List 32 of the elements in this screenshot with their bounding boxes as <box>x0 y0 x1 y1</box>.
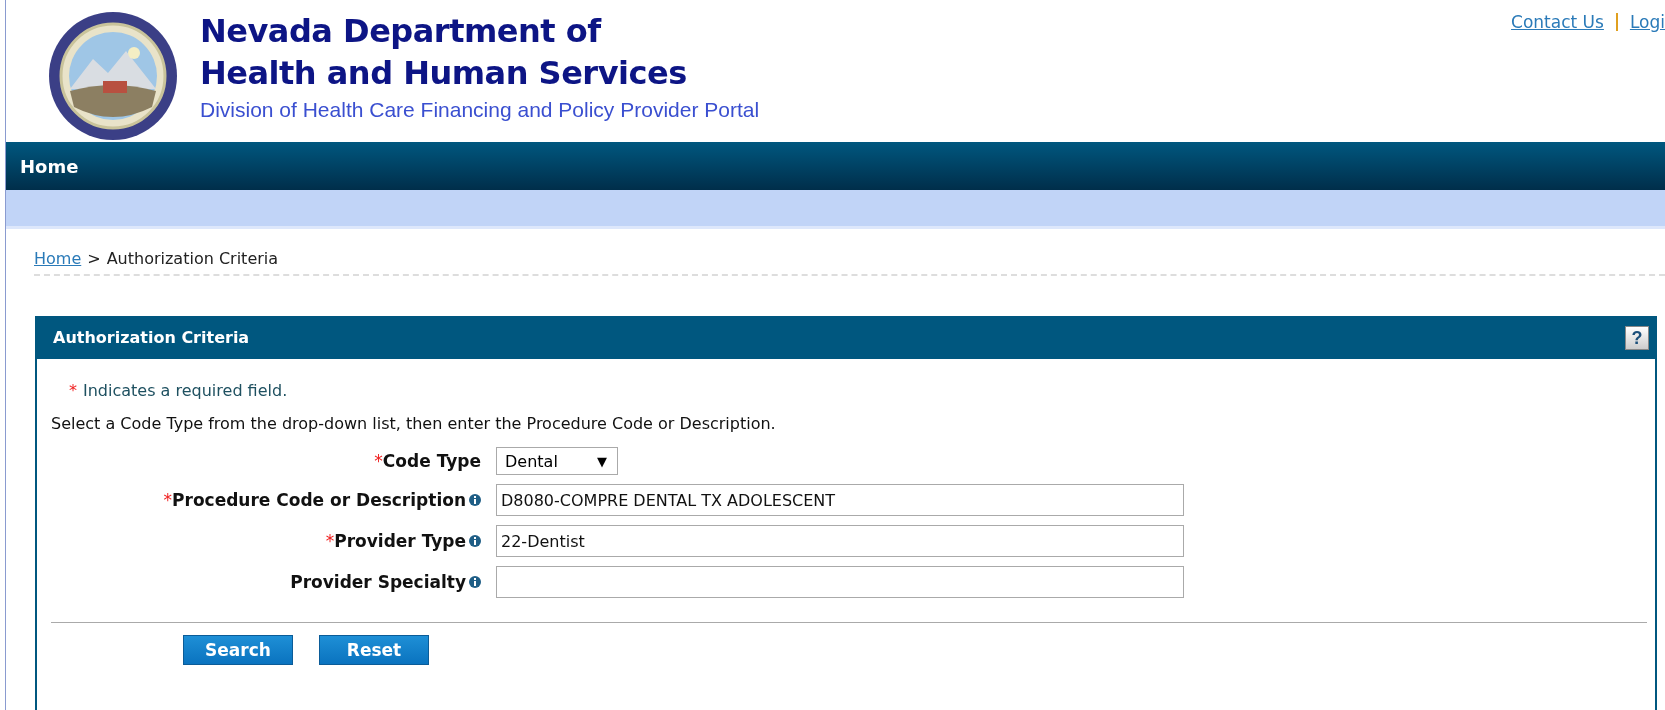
department-title: Nevada Department of <box>200 11 603 52</box>
instructions: Select a Code Type from the drop-down list, then enter the Procedure Code or Description. <box>51 414 777 433</box>
field-label: Code Type <box>382 451 481 471</box>
portal-subtitle: Division of Health Care Financing and Policy Provider Portal <box>200 98 760 122</box>
department-title: Health and Human Services <box>200 53 688 94</box>
form-button[interactable]: Search <box>183 635 293 665</box>
required-note: Indicates a required field. <box>83 381 288 400</box>
state-seal-icon <box>48 11 178 141</box>
form-button[interactable]: Reset <box>319 635 429 665</box>
field-label: Provider Specialty <box>290 572 466 592</box>
breadcrumb-separator: > <box>87 249 101 268</box>
help-button[interactable]: ? <box>1625 325 1649 350</box>
input-field[interactable] <box>496 566 1184 598</box>
required-mark: * <box>325 531 335 551</box>
breadcrumb-link[interactable]: Home <box>34 249 82 268</box>
required-mark: * <box>374 451 383 471</box>
input-field[interactable]: 22-Dentist <box>496 525 1184 557</box>
link-divider <box>1615 13 1618 31</box>
panel-title: Authorization Criteria <box>53 328 250 347</box>
required-mark: * <box>163 490 173 510</box>
field-label: Procedure Code or Description <box>172 490 466 510</box>
code-type-dropdown[interactable]: Dental ▼ <box>496 447 618 475</box>
nav-item[interactable]: Home <box>20 155 79 177</box>
input-field[interactable]: D8080-COMPRE DENTAL TX ADOLESCENT <box>496 484 1184 516</box>
field-label: Provider Type <box>334 531 466 551</box>
breadcrumb-current: Authorization Criteria <box>106 249 279 268</box>
header-link[interactable]: Contact Us <box>1511 12 1604 32</box>
required-mark: * <box>69 381 77 400</box>
info-icon[interactable] <box>469 535 481 547</box>
info-icon[interactable] <box>469 576 481 588</box>
info-icon[interactable] <box>469 494 481 506</box>
header-link[interactable]: Logi <box>1629 12 1665 32</box>
